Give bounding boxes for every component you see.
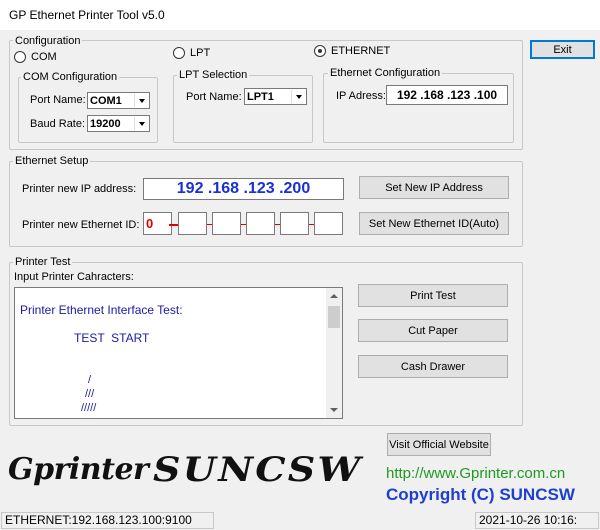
baud-rate-label: Baud Rate: bbox=[30, 118, 86, 130]
radio-lpt-dot[interactable] bbox=[173, 47, 185, 59]
ip-address-label: IP Adress: bbox=[336, 90, 386, 102]
com-configuration-legend: COM Configuration bbox=[21, 71, 120, 83]
status-bar: ETHERNET:192.168.123.100:9100 2021-10-26… bbox=[0, 510, 600, 530]
radio-com-dot[interactable] bbox=[14, 51, 26, 63]
baud-rate-value: 19200 bbox=[90, 117, 121, 130]
radio-ethernet-label: ETHERNET bbox=[331, 45, 391, 57]
chevron-down-icon[interactable] bbox=[134, 94, 148, 107]
lpt-port-select[interactable]: LPT1 bbox=[244, 88, 307, 105]
cash-drawer-button[interactable]: Cash Drawer bbox=[358, 355, 508, 378]
ethernet-id-field-4[interactable] bbox=[246, 212, 275, 235]
radio-lpt-label: LPT bbox=[190, 47, 211, 59]
scroll-up-icon[interactable] bbox=[326, 288, 342, 304]
scroll-thumb[interactable] bbox=[328, 306, 340, 328]
new-ip-label: Printer new IP address: bbox=[22, 183, 137, 195]
new-ip-field[interactable]: 192 .168 .123 .200 bbox=[143, 178, 344, 200]
textarea-line: Printer Ethernet Interface Test: bbox=[20, 303, 183, 317]
radio-ethernet-dot[interactable] bbox=[314, 45, 326, 57]
lpt-port-value: LPT1 bbox=[247, 90, 274, 103]
com-port-label: Port Name: bbox=[30, 94, 86, 106]
radio-lpt[interactable]: LPT bbox=[173, 47, 210, 59]
textarea-line: /// bbox=[85, 388, 95, 400]
baud-rate-select[interactable]: 19200 bbox=[87, 115, 150, 132]
ethernet-setup-legend: Ethernet Setup bbox=[13, 155, 91, 167]
print-test-button[interactable]: Print Test bbox=[358, 284, 508, 307]
textarea-line: TEST START bbox=[74, 331, 150, 345]
connection-status: ETHERNET:192.168.123.100:9100 bbox=[1, 512, 214, 529]
textarea-line: / bbox=[88, 374, 92, 386]
exit-button[interactable]: Exit bbox=[530, 40, 595, 59]
ethernet-id-field-3[interactable] bbox=[212, 212, 241, 235]
window-title: GP Ethernet Printer Tool v5.0 bbox=[9, 8, 165, 22]
current-ip-value: 192 .168 .123 .100 bbox=[396, 88, 498, 102]
lpt-selection-legend: LPT Selection bbox=[177, 69, 250, 81]
chevron-down-icon[interactable] bbox=[291, 90, 305, 103]
new-ip-value: 192 .168 .123 .200 bbox=[176, 180, 311, 197]
ethernet-configuration-group bbox=[323, 73, 514, 143]
configuration-legend: Configuration bbox=[13, 35, 83, 47]
printer-characters-textarea[interactable]: Printer Ethernet Interface Test: TEST ST… bbox=[14, 287, 343, 419]
cut-paper-button[interactable]: Cut Paper bbox=[358, 319, 508, 342]
current-ip-field[interactable]: 192 .168 .123 .100 bbox=[386, 85, 508, 105]
lpt-port-label: Port Name: bbox=[186, 91, 242, 103]
printer-test-legend: Printer Test bbox=[13, 256, 73, 268]
com-configuration-group bbox=[18, 77, 158, 143]
ethernet-id-field-6[interactable] bbox=[314, 212, 343, 235]
ethernet-configuration-legend: Ethernet Configuration bbox=[328, 67, 443, 79]
ethernet-id-field-2[interactable] bbox=[178, 212, 207, 235]
textarea-line: ///// bbox=[81, 402, 97, 414]
radio-com-label: COM bbox=[31, 51, 57, 63]
visit-website-button[interactable]: Visit Official Website bbox=[387, 433, 491, 456]
copyright-text: Copyright (C) SUNCSW bbox=[386, 485, 575, 504]
scroll-down-icon[interactable] bbox=[326, 402, 342, 418]
lpt-selection-group bbox=[173, 75, 313, 143]
website-url: http://www.Gprinter.com.cn bbox=[386, 465, 566, 482]
suncsw-logo: SUNCSW bbox=[153, 450, 363, 490]
ethernet-id-field-5[interactable] bbox=[280, 212, 309, 235]
gprinter-logo: Gprinter bbox=[8, 452, 149, 487]
set-new-ip-button[interactable]: Set New IP Address bbox=[359, 176, 509, 199]
datetime-status: 2021-10-26 10:16: bbox=[475, 512, 599, 529]
chevron-down-icon[interactable] bbox=[134, 117, 148, 130]
ethernet-id-field-1[interactable]: 0 bbox=[143, 212, 172, 235]
vertical-scrollbar[interactable] bbox=[326, 288, 342, 418]
radio-com[interactable]: COM bbox=[14, 51, 57, 63]
title-bar: GP Ethernet Printer Tool v5.0 bbox=[0, 0, 600, 30]
com-port-select[interactable]: COM1 bbox=[87, 92, 150, 109]
input-characters-label: Input Printer Cahracters: bbox=[14, 271, 134, 283]
com-port-value: COM1 bbox=[90, 94, 122, 107]
radio-ethernet[interactable]: ETHERNET bbox=[314, 45, 390, 57]
new-ethernet-id-label: Printer new Ethernet ID: bbox=[22, 219, 140, 231]
set-new-ethernet-id-button[interactable]: Set New Ethernet ID(Auto) bbox=[359, 212, 509, 235]
